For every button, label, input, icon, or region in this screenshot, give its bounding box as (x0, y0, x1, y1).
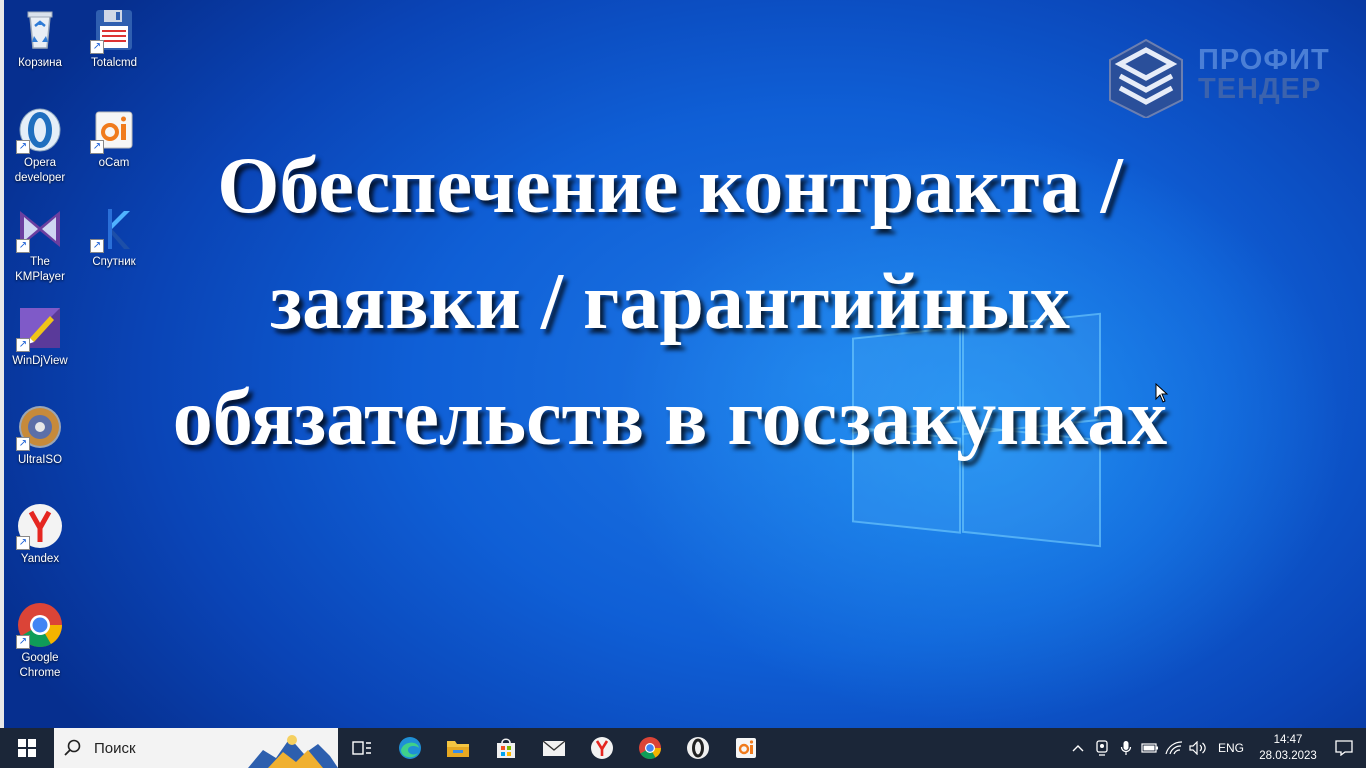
taskbar-clock[interactable]: 14:47 28.03.2023 (1254, 732, 1322, 764)
mail-icon (542, 740, 566, 756)
taskbar-file-explorer-button[interactable] (434, 728, 482, 768)
shortcut-arrow-icon: ↗ (16, 536, 30, 550)
desktop-icon-google-chrome[interactable]: ↗ Google Chrome (4, 601, 76, 681)
taskbar-search-box[interactable]: Поиск (54, 728, 338, 768)
shortcut-arrow-icon: ↗ (16, 437, 30, 451)
desktop-icon-kmplayer[interactable]: ↗ The KMPlayer (4, 205, 76, 285)
desktop-icon-totalcmd[interactable]: ↗ Totalcmd (78, 6, 150, 71)
microphone-icon (1120, 741, 1132, 755)
taskbar-yandex-browser-button[interactable] (578, 728, 626, 768)
shortcut-arrow-icon: ↗ (16, 140, 30, 154)
shortcut-arrow-icon: ↗ (90, 40, 104, 54)
icon-label: Yandex (20, 553, 60, 565)
search-highlight-illustration-icon (248, 735, 338, 768)
icon-label: UltraISO (17, 454, 63, 466)
mouse-cursor-icon (1155, 382, 1169, 407)
taskbar-store-button[interactable] (482, 728, 530, 768)
input-language-indicator[interactable]: ENG (1218, 741, 1244, 755)
search-placeholder: Поиск (94, 739, 136, 757)
taskbar-mail-button[interactable] (530, 728, 578, 768)
clock-date: 28.03.2023 (1259, 750, 1317, 762)
volume-tray-button[interactable] (1186, 728, 1210, 768)
recycle-bin-icon (16, 6, 64, 54)
shortcut-arrow-icon: ↗ (16, 239, 30, 253)
yandex-icon: ↗ (16, 502, 64, 550)
shortcut-arrow-icon: ↗ (16, 635, 30, 649)
windows-start-icon (18, 739, 36, 757)
chevron-up-icon (1072, 745, 1084, 752)
cube-logo-icon (1109, 38, 1183, 118)
video-title-overlay: Обеспечение контракта / заявки / гаранти… (172, 142, 1168, 462)
wifi-icon (1165, 741, 1183, 755)
opera-icon (687, 737, 709, 759)
battery-tray-button[interactable] (1138, 728, 1162, 768)
task-view-icon (352, 741, 371, 755)
edge-icon (399, 737, 421, 759)
desktop-icon-ultraiso[interactable]: ↗ UltraISO (4, 403, 76, 468)
speaker-icon (1189, 741, 1206, 755)
brand-line-2: ТЕНДЕР (1198, 73, 1322, 105)
icon-label: Totalcmd (90, 57, 138, 69)
start-button[interactable] (0, 728, 54, 768)
system-tray: ENG 14:47 28.03.2023 (1066, 728, 1366, 768)
windjview-icon: ↗ (16, 304, 64, 352)
taskbar: Поиск ENG 14:47 28.03.2023 (0, 728, 1366, 768)
action-center-button[interactable] (1322, 728, 1366, 768)
search-icon (64, 739, 81, 756)
desktop-icon-opera-developer[interactable]: ↗ Opera developer (4, 106, 76, 186)
brand-line-1: ПРОФИТ (1198, 44, 1330, 76)
yandex-browser-icon (591, 737, 613, 759)
chrome-icon: ↗ (16, 601, 64, 649)
store-icon (497, 738, 515, 758)
network-tray-button[interactable] (1162, 728, 1186, 768)
icon-label: Корзина (18, 57, 62, 69)
desktop-icon-windjview[interactable]: ↗ WinDjView (4, 304, 76, 369)
microphone-tray-button[interactable] (1114, 728, 1138, 768)
floppy-disk-icon: ↗ (90, 6, 138, 54)
ocam-icon (736, 738, 756, 758)
battery-charging-icon (1141, 743, 1158, 753)
taskbar-opera-button[interactable] (674, 728, 722, 768)
webcam-icon (1096, 740, 1108, 756)
clock-time: 14:47 (1273, 734, 1303, 746)
shortcut-arrow-icon: ↗ (90, 239, 104, 253)
shortcut-arrow-icon: ↗ (16, 338, 30, 352)
profit-tender-logo: ПРОФИТ ТЕНДЕР (1108, 38, 1358, 118)
icon-label: WinDjView (12, 355, 68, 367)
chrome-icon (639, 737, 661, 759)
shortcut-arrow-icon: ↗ (90, 140, 104, 154)
show-hidden-icons-button[interactable] (1066, 728, 1090, 768)
desktop[interactable]: Корзина ↗ Totalcmd ↗ Opera developer ↗ o… (0, 0, 1366, 728)
icon-label: The KMPlayer (15, 256, 65, 283)
kmplayer-icon: ↗ (16, 205, 64, 253)
taskbar-ocam-button[interactable] (722, 728, 770, 768)
ultraiso-disc-icon: ↗ (16, 403, 64, 451)
opera-developer-icon: ↗ (16, 106, 64, 154)
file-explorer-icon (447, 741, 469, 757)
icon-label: Opera developer (14, 157, 66, 184)
icon-label: Google Chrome (19, 652, 61, 679)
task-view-button[interactable] (338, 728, 386, 768)
webcam-tray-button[interactable] (1090, 728, 1114, 768)
taskbar-chrome-button[interactable] (626, 728, 674, 768)
notification-icon (1335, 740, 1353, 756)
desktop-icon-yandex[interactable]: ↗ Yandex (4, 502, 76, 567)
desktop-icon-recycle-bin[interactable]: Корзина (4, 6, 76, 71)
taskbar-edge-button[interactable] (386, 728, 434, 768)
